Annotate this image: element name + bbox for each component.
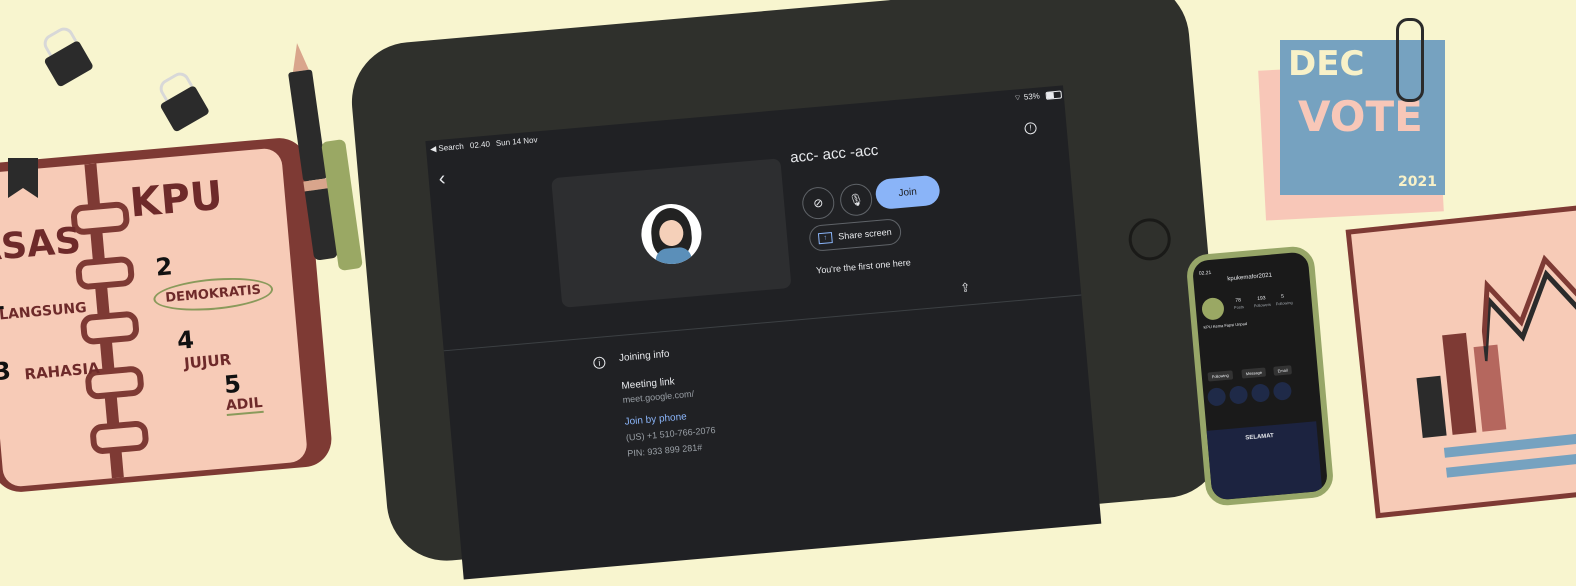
ig-username: kpukemafor2021 bbox=[1227, 272, 1273, 283]
posts-label: Posts bbox=[1233, 304, 1245, 311]
meeting-link-label: Meeting link bbox=[621, 376, 676, 392]
status-date: Sun 14 Nov bbox=[495, 135, 538, 148]
sticky-year: 2021 bbox=[1398, 174, 1437, 190]
back-chevron-icon[interactable]: ‹ bbox=[438, 168, 447, 191]
item-label: LANGSUNG bbox=[0, 299, 88, 324]
posts-count: 78 bbox=[1235, 297, 1242, 304]
bio-name: KPU Kema Fapsi Unpad bbox=[1203, 320, 1248, 330]
joining-info-label: Joining info bbox=[618, 348, 670, 365]
binder-clip-icon bbox=[150, 68, 211, 133]
following-count: 5 bbox=[1280, 293, 1285, 300]
item-label: JUJUR bbox=[183, 350, 232, 373]
highlight-icon[interactable] bbox=[1228, 385, 1249, 405]
share-icon[interactable]: ⇪ bbox=[960, 280, 971, 295]
post-tile[interactable]: SELAMAT bbox=[1206, 421, 1323, 501]
phone-number: (US) +1 510-766-2076 bbox=[625, 424, 716, 443]
camera-preview bbox=[551, 158, 792, 308]
battery-level: 53% bbox=[1023, 91, 1041, 102]
following-button[interactable]: Following bbox=[1207, 370, 1234, 382]
item-number: 4 bbox=[175, 325, 196, 356]
notebook-header: KPU bbox=[128, 172, 225, 227]
phone-time: 02.21 bbox=[1198, 269, 1212, 277]
item-number: 5 bbox=[222, 369, 243, 400]
item-number: 3 bbox=[0, 356, 13, 387]
notebook-ring bbox=[74, 255, 136, 291]
tablet: ◀ Search 02.40 Sun 14 Nov ⌔ 53% ‹ ! acc-… bbox=[346, 0, 1230, 580]
meet-screen: ◀ Search 02.40 Sun 14 Nov ⌔ 53% ‹ ! acc-… bbox=[425, 85, 1102, 580]
join-by-phone-link[interactable]: Join by phone bbox=[624, 411, 687, 427]
meeting-pin: PIN: 933 899 281# bbox=[626, 442, 703, 459]
followers-label: Followers bbox=[1253, 301, 1272, 309]
profile-avatar[interactable] bbox=[1201, 296, 1225, 321]
trend-line-icon bbox=[1480, 246, 1576, 362]
item-label: ADIL bbox=[225, 394, 264, 417]
notebook-page: KPU ASAS 1 LANGSUNG 2 DEMOKRATIS 3 RAHAS… bbox=[0, 147, 309, 488]
info-icon: i bbox=[592, 356, 606, 370]
first-one-here: You're the first one here bbox=[815, 257, 912, 276]
sticky-line1: DEC bbox=[1288, 44, 1365, 84]
notebook-ring bbox=[89, 420, 150, 455]
wifi-icon: ⌔ bbox=[1013, 93, 1022, 103]
share-screen-button[interactable]: ↑ Share screen bbox=[808, 218, 902, 252]
divider bbox=[443, 294, 1082, 352]
item-number: 2 bbox=[154, 252, 174, 282]
highlight-icon[interactable] bbox=[1250, 383, 1271, 403]
camera-off-icon[interactable]: ⊘ bbox=[800, 185, 836, 221]
following-label: Following bbox=[1275, 299, 1293, 307]
avatar bbox=[638, 201, 704, 267]
binder-clip-icon bbox=[34, 23, 95, 88]
mic-off-icon[interactable]: 🎙︎ bbox=[838, 182, 874, 218]
meeting-title: acc- acc -acc bbox=[789, 141, 880, 167]
status-time: 02.40 bbox=[469, 139, 491, 151]
battery-icon bbox=[1045, 90, 1063, 100]
info-icon[interactable]: ! bbox=[1024, 121, 1038, 135]
message-button[interactable]: Message bbox=[1241, 367, 1267, 379]
notebook-asas: ASAS bbox=[0, 220, 83, 271]
email-button[interactable]: Email bbox=[1273, 365, 1292, 376]
status-back[interactable]: ◀ Search bbox=[430, 142, 464, 154]
paperclip-icon bbox=[1396, 18, 1424, 102]
meeting-link[interactable]: meet.google.com/ bbox=[622, 389, 694, 405]
notebook-ring bbox=[79, 310, 140, 346]
bar-decoration bbox=[1442, 332, 1477, 435]
highlight-icon[interactable] bbox=[1206, 387, 1227, 407]
share-screen-label: Share screen bbox=[837, 226, 893, 242]
bar-decoration bbox=[1416, 375, 1447, 438]
join-button[interactable]: Join bbox=[874, 174, 941, 211]
present-icon: ↑ bbox=[817, 231, 833, 244]
chart-card bbox=[1345, 201, 1576, 519]
highlight-icon[interactable] bbox=[1272, 381, 1293, 401]
followers-count: 193 bbox=[1257, 295, 1266, 302]
home-button[interactable] bbox=[1126, 216, 1173, 263]
post-banner-text: SELAMAT bbox=[1245, 433, 1275, 442]
phone: 02.21 kpukemafor2021 78 Posts 193 Follow… bbox=[1185, 244, 1335, 508]
